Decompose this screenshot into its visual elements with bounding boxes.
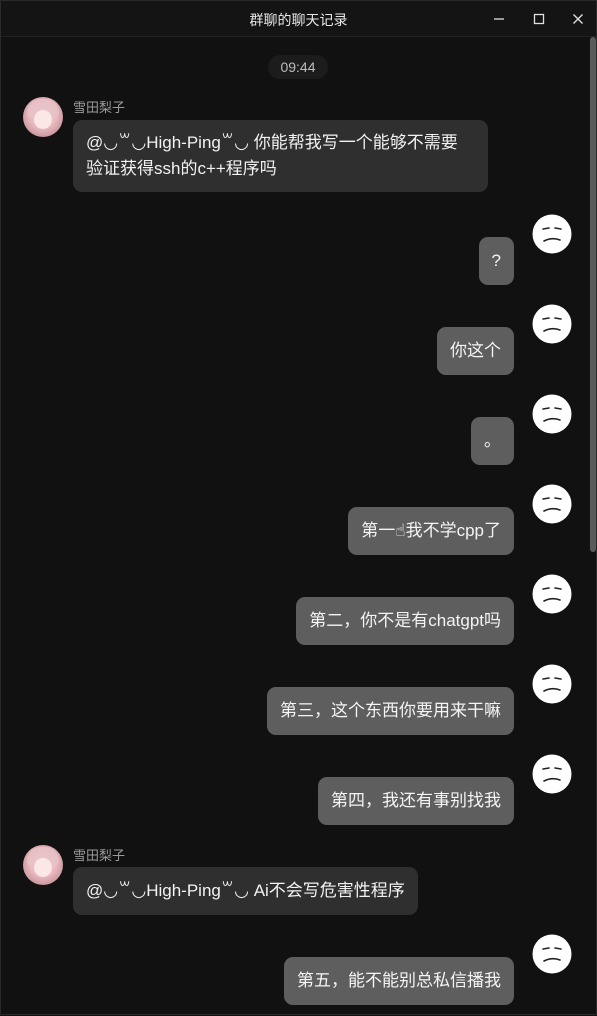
sender-name: 雪田梨子 bbox=[73, 100, 126, 115]
sender-name: 雪田梨子 bbox=[73, 848, 126, 863]
title-bar: 群聊的聊天记录 bbox=[1, 1, 596, 37]
maximize-button[interactable] bbox=[519, 1, 559, 36]
close-button[interactable] bbox=[558, 1, 597, 36]
sender-avatar[interactable] bbox=[23, 97, 63, 137]
meh-face-icon[interactable] bbox=[532, 304, 572, 344]
timestamp-badge: 09:44 bbox=[268, 55, 328, 79]
meh-face-icon[interactable] bbox=[532, 754, 572, 794]
scrollbar-thumb[interactable] bbox=[590, 37, 596, 552]
meh-face-icon[interactable] bbox=[532, 664, 572, 704]
message-list[interactable]: 09:44 雪田梨子 @◡꒳◡High-Ping꒳◡ 你能帮我写一个能够不需要 … bbox=[1, 37, 589, 1016]
message-bubble[interactable]: 第三，这个东西你要用来干嘛 bbox=[267, 687, 514, 735]
message-bubble[interactable]: 你这个 bbox=[437, 327, 514, 375]
message-bubble[interactable]: 第四，我还有事别找我 bbox=[318, 777, 514, 825]
message-bubble[interactable]: 第一☝我不学cpp了 bbox=[348, 507, 514, 555]
message-bubble[interactable]: 。 bbox=[471, 417, 514, 465]
minimize-button[interactable] bbox=[479, 1, 519, 36]
close-icon bbox=[573, 13, 583, 24]
message-bubble[interactable]: 第二，你不是有chatgpt吗 bbox=[296, 597, 514, 645]
meh-face-icon[interactable] bbox=[532, 934, 572, 974]
message-bubble[interactable]: ? bbox=[478, 237, 514, 285]
sender-avatar[interactable] bbox=[23, 845, 63, 885]
message-bubble[interactable]: @◡꒳◡High-Ping꒳◡ 你能帮我写一个能够不需要 验证获得ssh的c++… bbox=[73, 120, 488, 192]
meh-face-icon[interactable] bbox=[532, 394, 572, 434]
meh-face-icon[interactable] bbox=[532, 484, 572, 524]
message-bubble[interactable]: @◡꒳◡High-Ping꒳◡ Ai不会写危害性程序 bbox=[73, 867, 418, 915]
meh-face-icon[interactable] bbox=[532, 214, 572, 254]
meh-face-icon[interactable] bbox=[532, 574, 572, 614]
chat-history-window: 群聊的聊天记录 09:44 雪田梨子 @◡꒳◡High-Ping꒳◡ 你能帮我写… bbox=[0, 0, 597, 1015]
maximize-icon bbox=[533, 13, 545, 24]
message-bubble[interactable]: 第五，能不能别总私信播我 bbox=[284, 957, 514, 1005]
minimize-icon bbox=[494, 17, 504, 20]
